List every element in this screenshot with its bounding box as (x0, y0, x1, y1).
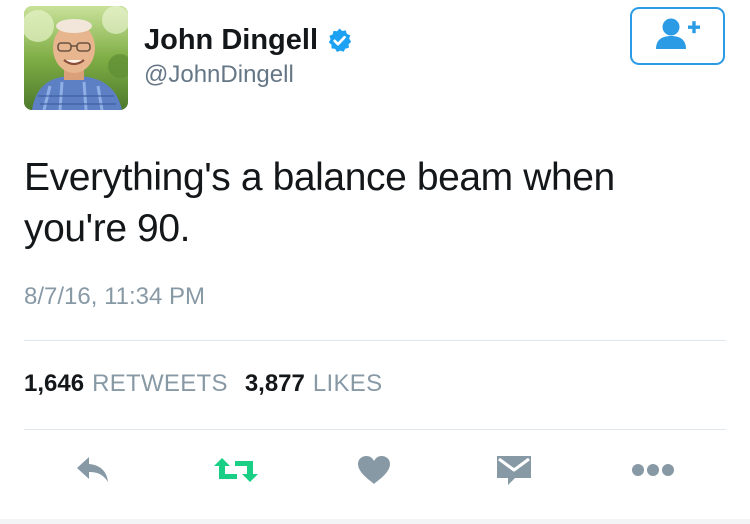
likes-label: LIKES (312, 370, 383, 397)
divider (24, 340, 726, 341)
tweet-stats: 1,646 RETWEETS 3,877 LIKES (24, 368, 382, 400)
divider (24, 429, 726, 430)
like-button[interactable] (354, 448, 394, 496)
follow-user-plus-icon (653, 16, 703, 57)
retweets-label: RETWEETS (92, 370, 228, 397)
follow-button[interactable] (630, 7, 725, 65)
more-options-icon (631, 463, 675, 482)
retweet-button[interactable] (211, 448, 261, 496)
direct-message-button[interactable] (492, 448, 536, 496)
retweets-stat[interactable]: 1,646 RETWEETS (24, 370, 228, 397)
bottom-rule (0, 519, 750, 524)
tweet-text: Everything's a balance beam when you're … (24, 156, 615, 250)
likes-stat[interactable]: 3,877 LIKES (245, 370, 383, 397)
reply-icon (75, 455, 113, 490)
retweets-count: 1,646 (24, 370, 85, 397)
profile-photo (24, 6, 128, 110)
author-name-row[interactable]: John Dingell (144, 22, 353, 58)
reply-button[interactable] (72, 448, 116, 496)
like-heart-icon (357, 455, 391, 490)
author-handle[interactable]: @JohnDingell (144, 60, 294, 90)
likes-count: 3,877 (244, 370, 305, 397)
avatar[interactable] (24, 6, 128, 110)
tweet-timestamp[interactable]: 8/7/16, 11:34 PM (24, 282, 205, 312)
verified-badge-icon (326, 27, 353, 54)
direct-message-icon (495, 453, 533, 492)
retweet-icon (213, 455, 259, 490)
author-display-name[interactable]: John Dingell (144, 22, 318, 58)
more-options-button[interactable] (628, 448, 678, 496)
